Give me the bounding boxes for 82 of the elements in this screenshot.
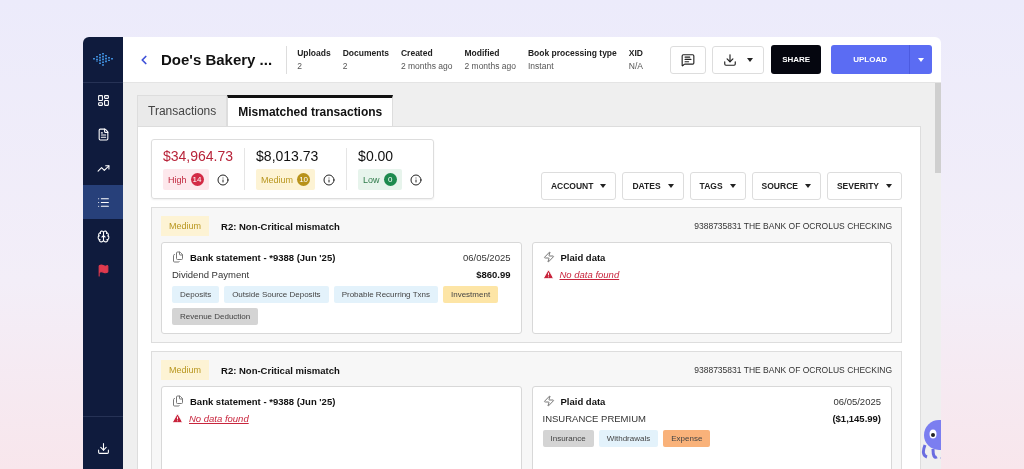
summary-amount: $0.00	[358, 148, 395, 164]
no-data-link[interactable]: No data found	[189, 413, 249, 424]
card-date: 06/05/2025	[462, 251, 511, 263]
card-title: Bank statement - *9388 (Jun '25)	[190, 395, 336, 407]
category-tag: Revenue Deduction	[172, 308, 259, 325]
tab[interactable]: Transactions	[137, 95, 228, 126]
filter-dropdown[interactable]: DATES	[622, 172, 684, 200]
transaction-description: Dividend Payment	[172, 269, 250, 280]
category-tag: Deposits	[172, 286, 220, 303]
filter-dropdown[interactable]: ACCOUNT	[540, 172, 617, 200]
caret-icon	[747, 57, 754, 62]
summary-amount: $34,964.73	[163, 148, 234, 164]
caret-icon	[600, 184, 607, 188]
severity-badge: Medium	[161, 360, 209, 380]
caret-icon	[729, 184, 736, 188]
meta-value: 2	[342, 61, 349, 71]
meta-label: Documents	[342, 48, 389, 58]
card-title: Plaid data	[560, 395, 606, 407]
page-title: Doe's Bakery ...	[161, 51, 273, 68]
no-data-link[interactable]: No data found	[559, 269, 620, 280]
meta-label: Modified	[464, 48, 501, 58]
transaction-description: INSURANCE PREMIUM	[542, 413, 646, 424]
transaction-amount: ($1,145.99)	[832, 413, 881, 424]
meta-label: Book processing type	[528, 48, 617, 58]
category-tag: Probable Recurring Txns	[333, 286, 438, 303]
info-icon[interactable]	[323, 173, 336, 186]
card-date: 06/05/2025	[833, 395, 881, 407]
category-tag: Insurance	[542, 430, 594, 447]
severity-badge: Medium	[161, 216, 209, 236]
severity-badge: Low 0	[358, 169, 402, 190]
scrollbar[interactable]	[935, 83, 941, 173]
meta-value: N/A	[628, 61, 643, 71]
mismatch-title: R2: Non-Critical mismatch	[221, 364, 340, 376]
card-title: Plaid data	[560, 251, 606, 263]
filter-dropdown[interactable]: TAGS	[689, 172, 746, 200]
transaction-amount: $860.99	[476, 269, 511, 280]
account-name: 9388735831 THE BANK OF OCROLUS CHECKING	[694, 221, 892, 231]
severity-badge: High 14	[163, 169, 209, 190]
meta-label: XID	[628, 48, 643, 58]
category-tag: Investment	[442, 286, 499, 303]
meta-value: Instant	[528, 61, 555, 71]
mismatch-title: R2: Non-Critical mismatch	[221, 220, 340, 232]
documents-icon	[172, 251, 184, 263]
comment-button[interactable]	[670, 45, 707, 74]
info-icon[interactable]	[409, 173, 422, 186]
category-tag: Expense	[663, 430, 711, 447]
download-icon	[96, 441, 110, 455]
flag-icon	[96, 263, 110, 277]
tab[interactable]: Mismatched transactions	[227, 95, 394, 126]
summary-amount: $8,013.73	[256, 148, 320, 164]
meta-label: Uploads	[297, 48, 331, 58]
brain-icon	[96, 229, 110, 243]
category-tag: Withdrawals	[598, 430, 659, 447]
meta-value: 2 months ago	[464, 61, 516, 71]
filter-dropdown[interactable]: SEVERITY	[826, 172, 902, 200]
account-name: 9388735831 THE BANK OF OCROLUS CHECKING	[694, 365, 892, 375]
caret-icon	[886, 184, 892, 188]
meta-label: Created	[400, 48, 434, 58]
category-tag: Outside Source Deposits	[224, 286, 329, 303]
upload-button[interactable]: UPLOAD	[831, 45, 932, 74]
share-button[interactable]: SHARE	[771, 45, 822, 74]
lightning-icon	[542, 395, 555, 407]
lightning-icon	[542, 251, 555, 263]
caret-icon	[804, 184, 811, 188]
list-icon	[96, 195, 110, 209]
warning-icon	[542, 269, 554, 280]
documents-icon	[172, 395, 184, 407]
logo-icon	[93, 52, 113, 67]
caret-icon	[918, 57, 924, 62]
warning-icon	[172, 413, 183, 424]
comment-icon	[681, 52, 696, 67]
dashboard-icon	[96, 93, 110, 107]
document-icon	[96, 127, 110, 141]
card-title: Bank statement - *9388 (Jun '25)	[190, 251, 336, 263]
filter-dropdown[interactable]: SOURCE	[751, 172, 821, 200]
caret-icon	[667, 184, 674, 188]
meta-value: 2 months ago	[400, 61, 453, 71]
info-icon[interactable]	[216, 173, 229, 186]
download-button[interactable]	[712, 45, 765, 74]
download-icon	[723, 52, 738, 67]
meta-value: 2	[297, 61, 303, 71]
severity-badge: Medium 10	[256, 169, 316, 190]
